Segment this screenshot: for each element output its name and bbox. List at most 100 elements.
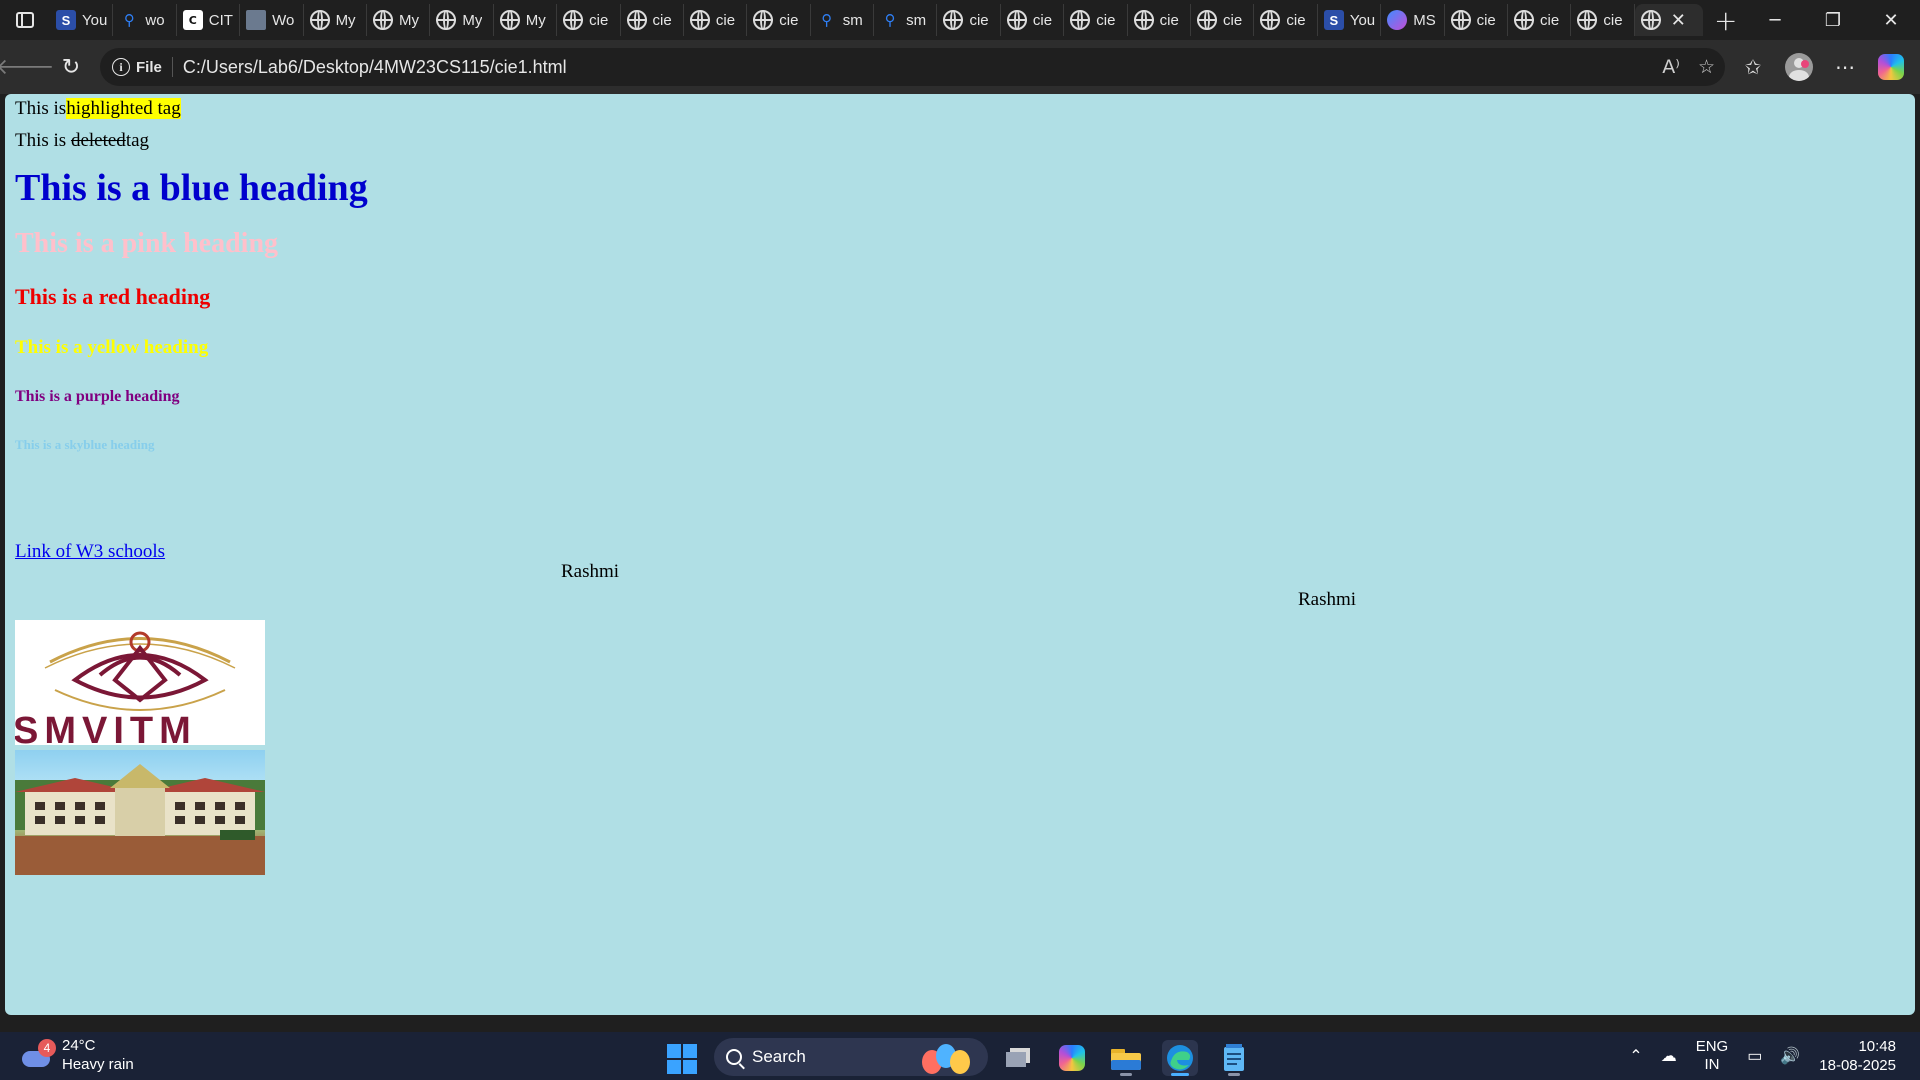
- tab-title: sm: [906, 11, 927, 29]
- search-icon: ⚲: [884, 11, 896, 29]
- globe-icon: [372, 10, 393, 30]
- browser-tab[interactable]: cie: [1191, 4, 1255, 36]
- campus-building-image: [15, 750, 265, 875]
- w3schools-link[interactable]: Link of W3 schools: [15, 541, 165, 563]
- marquee-name-1: Rashmi: [561, 561, 620, 582]
- page-viewport: This ishighlighted tag This is deletedta…: [5, 94, 1915, 1015]
- favorites-icon[interactable]: ✩: [1730, 47, 1776, 87]
- browser-tab[interactable]: cie: [1571, 4, 1635, 36]
- task-view-button[interactable]: [1000, 1040, 1036, 1076]
- campus-graphic: [15, 764, 265, 875]
- browser-tab[interactable]: My: [430, 4, 494, 36]
- tab-title: You: [82, 11, 108, 29]
- notepad-button[interactable]: [1216, 1040, 1252, 1076]
- browser-tab[interactable]: cie: [747, 4, 811, 36]
- volume-icon[interactable]: 🔊: [1771, 1046, 1809, 1066]
- toolbar-right: ✩ ⋯: [1730, 40, 1920, 94]
- language-indicator[interactable]: ENG IN: [1686, 1038, 1739, 1074]
- browser-tab[interactable]: S You: [50, 4, 114, 36]
- browser-toolbar: 🡐 ↻ i File C:/Users/Lab6/Desktop/4MW23CS…: [0, 40, 1920, 94]
- browser-tab[interactable]: cie: [1001, 4, 1065, 36]
- tab-title: My: [398, 11, 419, 29]
- close-window-button[interactable]: ✕: [1862, 0, 1920, 40]
- globe-icon: [1006, 10, 1027, 30]
- weather-widget[interactable]: 4 24°C Heavy rain: [20, 1036, 134, 1074]
- tab-title: cie: [1603, 11, 1623, 29]
- tab-actions-button[interactable]: [0, 0, 50, 40]
- browser-tab[interactable]: C CIT: [177, 4, 241, 36]
- browser-tab[interactable]: cie: [621, 4, 684, 36]
- browser-tab[interactable]: My: [367, 4, 431, 36]
- browser-tab[interactable]: cie: [1128, 4, 1192, 36]
- browser-tab[interactable]: ⚲ wo: [113, 4, 177, 36]
- search-icon: ⚲: [123, 11, 135, 29]
- tab-title: cie: [1476, 11, 1496, 29]
- tab-close-button[interactable]: ✕: [1671, 10, 1686, 31]
- tab-title: cie: [779, 11, 799, 29]
- back-button[interactable]: 🡐: [0, 47, 55, 87]
- start-button[interactable]: [667, 1044, 697, 1074]
- file-explorer-button[interactable]: [1108, 1040, 1144, 1076]
- clock-date: 18-08-2025: [1819, 1057, 1896, 1074]
- clock-time: 10:48: [1858, 1038, 1896, 1055]
- browser-tab[interactable]: Wo: [240, 4, 304, 36]
- browser-tab[interactable]: S You: [1318, 4, 1382, 36]
- globe-icon: [1133, 10, 1154, 30]
- new-tab-button[interactable]: +: [1703, 0, 1749, 40]
- heading-purple: This is a purple heading: [15, 388, 180, 405]
- browser-tab[interactable]: cie: [684, 4, 748, 36]
- globe-icon: [309, 10, 330, 30]
- copilot-app-button[interactable]: [1054, 1040, 1090, 1076]
- tab-title: You: [1349, 11, 1376, 29]
- globe-icon: [1197, 10, 1218, 30]
- chip-divider: [171, 57, 173, 77]
- more-menu-icon[interactable]: ⋯: [1822, 47, 1868, 87]
- favorite-star-icon[interactable]: ☆: [1698, 56, 1715, 78]
- address-bar-actions: A⁾ ☆: [1662, 48, 1715, 86]
- copilot-icon: [1878, 54, 1904, 80]
- notepad-icon: [1224, 1044, 1244, 1071]
- restore-button[interactable]: ❐: [1804, 0, 1862, 40]
- tab-list: S You ⚲ wo C CIT Wo My My My My cie cie cie cie ⚲ sm ⚲ sm c…: [50, 0, 1635, 40]
- network-icon[interactable]: ▭: [1738, 1046, 1771, 1066]
- browser-tab[interactable]: cie: [1508, 4, 1572, 36]
- browser-tab[interactable]: ⚲ sm: [811, 4, 875, 36]
- browser-tab[interactable]: cie: [1445, 4, 1508, 36]
- heading-blue: This is a blue heading: [15, 167, 368, 209]
- window-controls: ─ ❐ ✕: [1746, 0, 1920, 40]
- copilot-button[interactable]: [1868, 47, 1914, 87]
- ms-icon: [1387, 10, 1408, 30]
- logo-text: SMVITM: [15, 710, 197, 745]
- address-bar[interactable]: i File C:/Users/Lab6/Desktop/4MW23CS115/…: [100, 48, 1725, 86]
- browser-tab[interactable]: ⚲ sm: [874, 4, 938, 36]
- chevron-up-icon[interactable]: ⌃: [1620, 1046, 1651, 1066]
- tab-title: MS: [1413, 11, 1436, 29]
- browser-tab[interactable]: cie: [937, 4, 1001, 36]
- file-chip[interactable]: File: [136, 59, 162, 76]
- heading-skyblue: This is a skyblue heading: [15, 437, 155, 452]
- clock[interactable]: 10:48 18-08-2025: [1809, 1037, 1920, 1075]
- tab-title: My: [525, 11, 546, 29]
- url-text[interactable]: C:/Users/Lab6/Desktop/4MW23CS115/cie1.ht…: [183, 57, 567, 78]
- info-icon[interactable]: i: [112, 58, 130, 76]
- browser-tab[interactable]: MS: [1381, 4, 1445, 36]
- refresh-button[interactable]: ↻: [48, 47, 94, 87]
- browser-tab[interactable]: My: [494, 4, 558, 36]
- deleted-suffix: tag: [125, 130, 150, 151]
- browser-tab[interactable]: My: [304, 4, 367, 36]
- highlight-paragraph: This ishighlighted tag: [15, 96, 181, 122]
- taskbar-search[interactable]: Search: [714, 1038, 988, 1076]
- language-region: IN: [1704, 1056, 1720, 1073]
- read-aloud-icon[interactable]: A⁾: [1662, 56, 1680, 78]
- browser-tab[interactable]: cie: [557, 4, 621, 36]
- minimize-button[interactable]: ─: [1746, 0, 1804, 40]
- tab-active[interactable]: ✕: [1634, 4, 1703, 36]
- browser-tab[interactable]: cie: [1254, 4, 1318, 36]
- s-icon: S: [1323, 10, 1344, 30]
- copilot-app-icon: [1059, 1045, 1085, 1071]
- onedrive-icon[interactable]: ☁: [1652, 1046, 1686, 1066]
- profile-button[interactable]: [1776, 47, 1822, 87]
- browser-tab[interactable]: cie: [1064, 4, 1128, 36]
- heading-yellow: This is a yellow heading: [15, 337, 209, 358]
- edge-browser-button[interactable]: [1162, 1040, 1198, 1076]
